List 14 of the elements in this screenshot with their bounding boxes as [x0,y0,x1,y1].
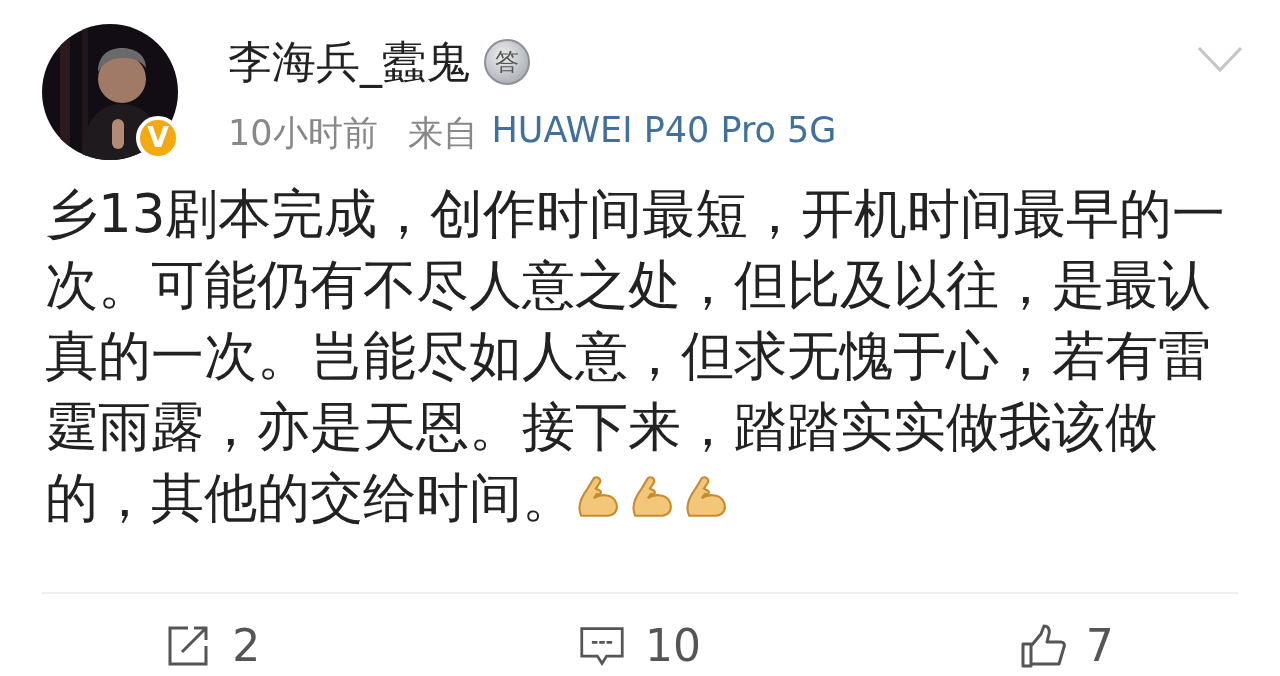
flexed-arm-icon [683,474,729,520]
action-count: 7 [1085,624,1114,668]
flexed-arm-icon [629,474,675,520]
action-count: 2 [232,624,261,668]
action-count: 10 [645,624,701,668]
medal-badge: 答 [484,39,530,85]
post-time: 10小时前 [228,112,378,155]
post-text: 乡13剧本完成，创作时间最短，开机时间最早的一次。可能仍有不尽人意之处，但比及以往，是最认真的一次。岂能尽如人意，但求无愧于心，若有雷霆雨露，亦是天恩。接下来，踏踏实实做我该做的，其他的交给时间。 [45,183,1226,528]
flexed-arm-icon [575,474,621,520]
source-label: 来自 [407,112,478,155]
user-name[interactable]: 李海兵_蠹鬼 [228,32,470,92]
source-link[interactable]: HUAWEI P40 Pro 5G [491,110,837,157]
thumbs-up-icon[interactable] [1019,624,1066,668]
comment-icon[interactable] [579,624,625,668]
